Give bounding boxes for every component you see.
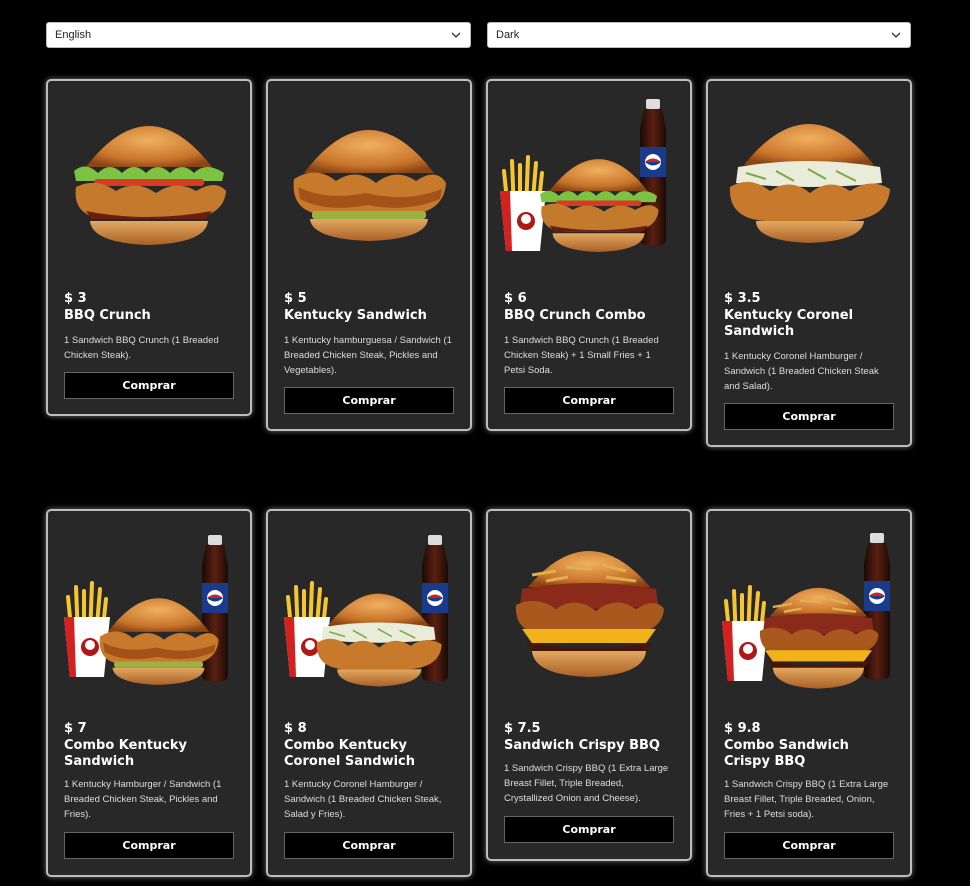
product-name: Sandwich Crispy BBQ (504, 738, 660, 753)
product-price: $ 3 (64, 291, 87, 306)
product-price: $ 3.5 (724, 291, 761, 306)
product-name: BBQ Crunch Combo (504, 308, 646, 323)
product-description: 1 Kentucky Coronel Hamburger / Sandwich … (284, 779, 442, 820)
product-price: $ 7 (64, 721, 87, 736)
product-name: Combo Kentucky Coronel Sandwich (284, 738, 415, 769)
buy-button[interactable]: Comprar (284, 832, 454, 859)
chevron-down-icon (890, 29, 902, 41)
product-card-bbq-crunch: $ 3 BBQ Crunch 1 Sandwich BBQ Crunch (1 … (46, 79, 252, 416)
buy-button[interactable]: Comprar (504, 387, 674, 414)
product-description: 1 Sandwich BBQ Crunch (1 Breaded Chicken… (504, 335, 659, 376)
product-description: 1 Kentucky Coronel Hamburger / Sandwich … (724, 351, 879, 392)
product-description: 1 Kentucky Hamburger / Sandwich (1 Bread… (64, 779, 222, 820)
product-card-combo-kentucky-sandwich: $ 7 Combo Kentucky Sandwich 1 Kentucky H… (46, 509, 252, 877)
product-price: $ 5 (284, 291, 307, 306)
kentucky-coronel-sandwich-image (728, 123, 891, 244)
product-name: Kentucky Sandwich (284, 308, 427, 323)
product-description: 1 Kentucky hamburguesa / Sandwich (1 Bre… (284, 335, 452, 376)
product-name: BBQ Crunch (64, 308, 151, 323)
sandwich-crispy-bbq-image (514, 549, 666, 679)
language-select-value: English (55, 29, 92, 41)
buy-button[interactable]: Comprar (64, 832, 234, 859)
product-description: 1 Sandwich BBQ Crunch (1 Breaded Chicken… (64, 335, 219, 361)
buy-button[interactable]: Comprar (724, 403, 894, 430)
product-name: Combo Kentucky Sandwich (64, 738, 187, 769)
product-card-kentucky-sandwich: $ 5 Kentucky Sandwich 1 Kentucky hamburg… (266, 79, 472, 431)
product-description: 1 Sandwich Crispy BBQ (1 Extra Large Bre… (724, 779, 889, 820)
product-card-combo-kentucky-coronel-sandwich: $ 8 Combo Kentucky Coronel Sandwich 1 Ke… (266, 509, 472, 877)
product-card-combo-sandwich-crispy-bbq: $ 9.8 Combo Sandwich Crispy BBQ 1 Sandwi… (706, 509, 912, 877)
product-price: $ 7.5 (504, 721, 541, 736)
combo-kentucky-coronel-image (282, 535, 448, 688)
product-card-bbq-crunch-combo: $ 6 BBQ Crunch Combo 1 Sandwich BBQ Crun… (486, 79, 692, 431)
buy-button[interactable]: Comprar (504, 816, 674, 843)
theme-select[interactable]: Dark (487, 22, 911, 48)
chevron-down-icon (450, 29, 462, 41)
bbq-crunch-combo-image (498, 99, 666, 253)
product-price: $ 9.8 (724, 721, 761, 736)
product-card-sandwich-crispy-bbq: $ 7.5 Sandwich Crispy BBQ 1 Sandwich Cri… (486, 509, 692, 861)
product-price: $ 8 (284, 721, 307, 736)
theme-select-value: Dark (496, 29, 520, 41)
product-description: 1 Sandwich Crispy BBQ (1 Extra Large Bre… (504, 763, 669, 804)
combo-kentucky-sandwich-image (62, 535, 228, 685)
product-card-kentucky-coronel-sandwich: $ 3.5 Kentucky Coronel Sandwich 1 Kentuc… (706, 79, 912, 447)
buy-button[interactable]: Comprar (284, 387, 454, 414)
buy-button[interactable]: Comprar (724, 832, 894, 859)
language-select[interactable]: English (46, 22, 471, 48)
kentucky-sandwich-image (293, 130, 446, 241)
buy-button[interactable]: Comprar (64, 372, 234, 399)
product-name: Combo Sandwich Crispy BBQ (724, 738, 849, 769)
product-price: $ 6 (504, 291, 527, 306)
bbq-crunch-burger-image (74, 126, 226, 245)
combo-sandwich-crispy-bbq-image (720, 533, 890, 690)
product-name: Kentucky Coronel Sandwich (724, 308, 854, 339)
